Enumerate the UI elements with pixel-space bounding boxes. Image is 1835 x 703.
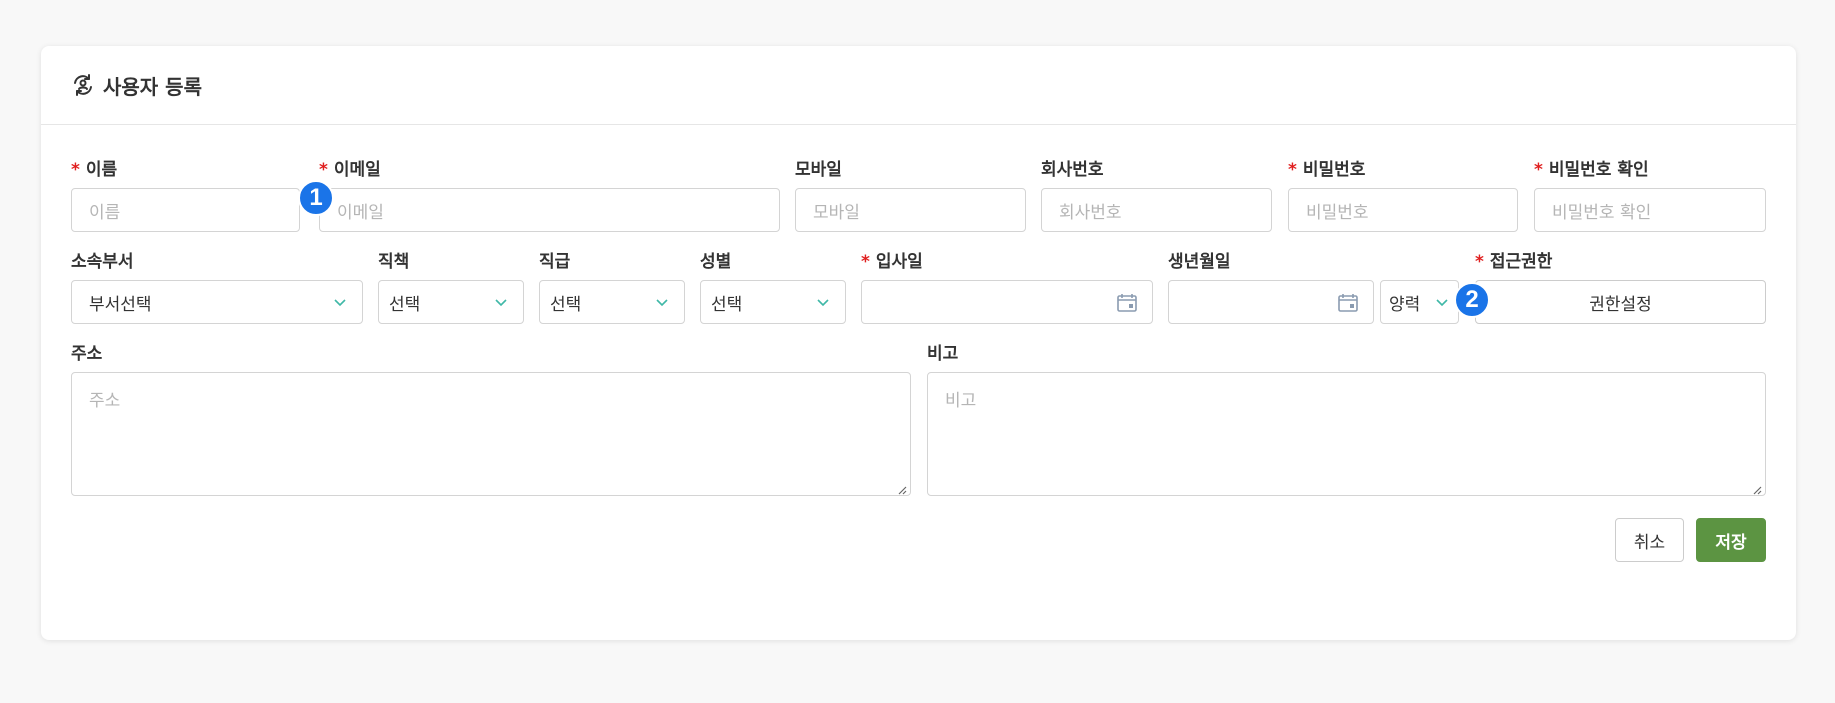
rank-select[interactable]: 선택	[539, 280, 685, 324]
address-textarea[interactable]: 주소	[71, 372, 911, 496]
chevron-down-icon	[654, 294, 670, 310]
department-label: 소속부서	[71, 252, 134, 272]
birth-date-input[interactable]	[1168, 280, 1374, 324]
card-header: 사용자 등록	[41, 46, 1796, 125]
mobile-label: 모바일	[795, 160, 842, 180]
resize-handle-icon[interactable]	[1750, 480, 1762, 495]
resize-handle-icon[interactable]	[895, 480, 907, 495]
cancel-button[interactable]: 취소	[1615, 518, 1684, 562]
gender-label: 성별	[700, 252, 732, 272]
page-title: 사용자 등록	[103, 74, 202, 99]
company-no-input[interactable]: 회사번호	[1041, 188, 1272, 232]
hire-date-input[interactable]	[861, 280, 1153, 324]
duty-label: 직책	[378, 252, 410, 272]
save-button[interactable]: 저장	[1696, 518, 1766, 562]
note-label: 비고	[927, 344, 959, 364]
duty-select[interactable]: 선택	[378, 280, 524, 324]
access-label: * 접근권한	[1475, 252, 1553, 272]
password-confirm-label: * 비밀번호 확인	[1534, 160, 1649, 180]
rank-label: 직급	[539, 252, 571, 272]
hire-date-label: * 입사일	[861, 252, 923, 272]
chevron-down-icon	[493, 294, 509, 310]
password-input[interactable]: 비밀번호	[1288, 188, 1518, 232]
company-no-label: 회사번호	[1041, 160, 1104, 180]
mobile-input[interactable]: 모바일	[795, 188, 1026, 232]
chevron-down-icon	[332, 294, 348, 310]
birth-date-label: 생년월일	[1168, 252, 1231, 272]
password-confirm-input[interactable]: 비밀번호 확인	[1534, 188, 1766, 232]
annotation-badge-1: 1	[298, 180, 334, 216]
calendar-type-select[interactable]: 양력	[1380, 280, 1459, 324]
password-label: * 비밀번호	[1288, 160, 1366, 180]
chevron-down-icon	[815, 294, 831, 310]
access-settings-button[interactable]: 권한설정	[1475, 280, 1766, 324]
user-sync-icon	[71, 73, 95, 97]
department-select[interactable]: 부서선택	[71, 280, 363, 324]
chevron-down-icon	[1434, 294, 1450, 310]
email-label: * 이메일	[319, 160, 381, 180]
address-label: 주소	[71, 344, 103, 364]
name-label: * 이름	[71, 160, 118, 180]
calendar-icon[interactable]	[1116, 292, 1138, 314]
annotation-badge-2: 2	[1454, 282, 1490, 318]
note-textarea[interactable]: 비고	[927, 372, 1766, 496]
gender-select[interactable]: 선택	[700, 280, 846, 324]
calendar-icon[interactable]	[1337, 292, 1359, 314]
user-registration-card: 사용자 등록 * 이름 이름 * 이메일 이메일 1 모바일 모바일 회사번호 회사…	[41, 46, 1796, 640]
name-input[interactable]: 이름	[71, 188, 300, 232]
email-input[interactable]: 이메일	[319, 188, 780, 232]
